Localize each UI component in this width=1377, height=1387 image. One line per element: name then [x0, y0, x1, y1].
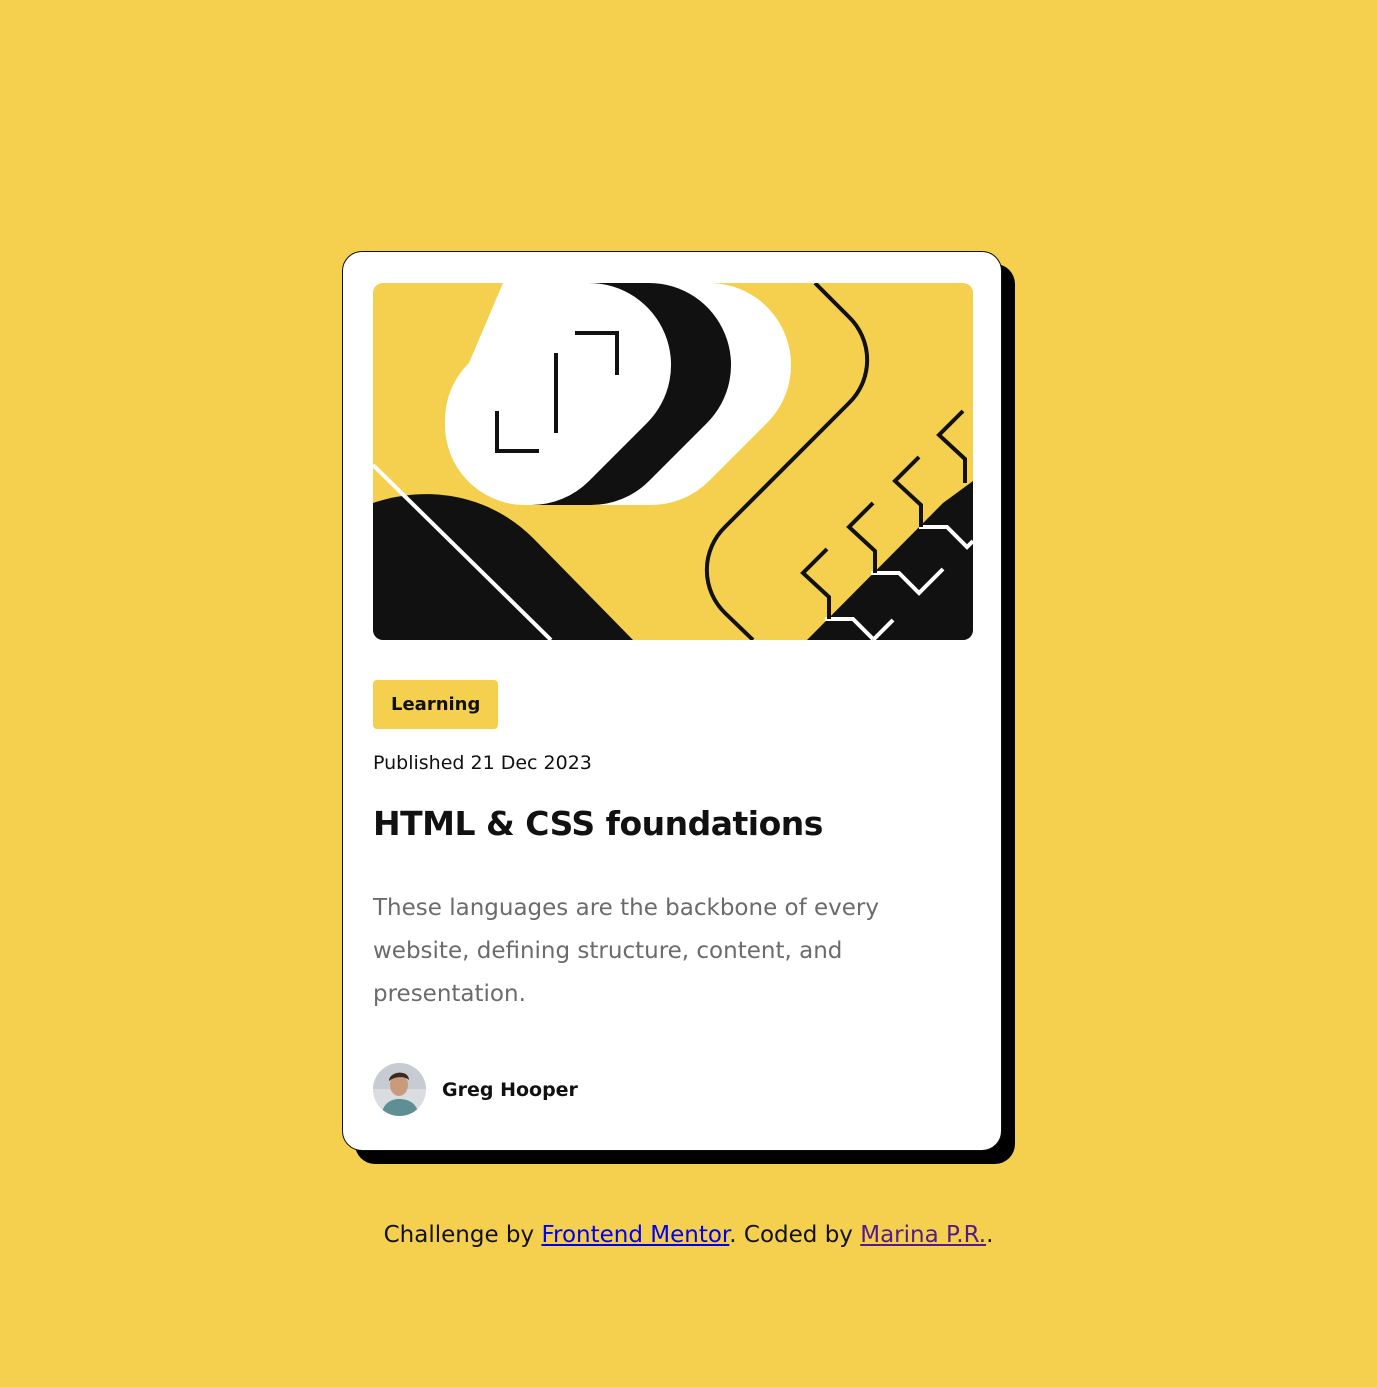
- frontend-mentor-link[interactable]: Frontend Mentor: [541, 1222, 729, 1248]
- attribution-middle: . Coded by: [729, 1222, 861, 1248]
- category-tag: Learning: [373, 680, 499, 729]
- author-profile-link[interactable]: Marina P.R.: [860, 1222, 986, 1248]
- attribution-prefix: Challenge by: [383, 1222, 542, 1248]
- blog-preview-card: Learning Published 21 Dec 2023 HTML & CS…: [342, 251, 1002, 1151]
- attribution: Challenge by Frontend Mentor. Coded by M…: [0, 1222, 1377, 1248]
- hero-illustration: [373, 283, 973, 640]
- avatar: [373, 1063, 426, 1116]
- card-title[interactable]: HTML & CSS foundations: [373, 804, 823, 843]
- card-description: These languages are the backbone of ever…: [373, 895, 879, 1007]
- attribution-suffix: .: [986, 1222, 994, 1248]
- author-name: Greg Hooper: [442, 1078, 578, 1101]
- author-block: Greg Hooper: [373, 1063, 578, 1116]
- published-date: Published 21 Dec 2023: [373, 752, 592, 774]
